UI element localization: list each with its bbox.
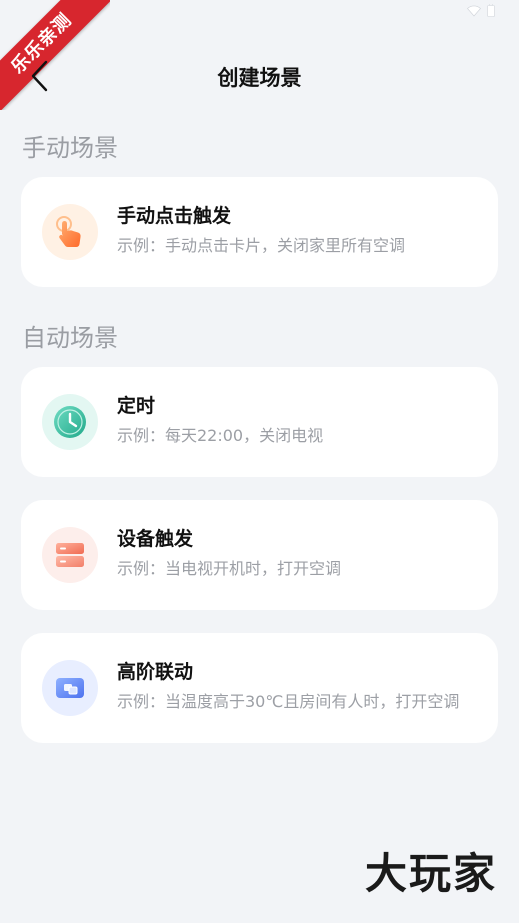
card-desc: 示例：手动点击卡片，关闭家里所有空调 xyxy=(117,236,406,255)
card-timer[interactable]: 定时 示例：每天22:00，关闭电视 xyxy=(21,367,498,477)
card-advanced-linkage[interactable]: 高阶联动 示例：当温度高于30℃且房间有人时，打开空调 xyxy=(21,633,498,743)
card-text: 手动点击触发 示例：手动点击卡片，关闭家里所有空调 xyxy=(117,203,470,257)
clock-icon xyxy=(42,394,98,450)
card-title: 手动点击触发 xyxy=(117,205,232,227)
card-title: 设备触发 xyxy=(117,528,194,550)
card-title: 高阶联动 xyxy=(117,661,194,683)
card-desc: 示例：当电视开机时，打开空调 xyxy=(117,559,342,578)
card-desc: 示例：当温度高于30℃且房间有人时，打开空调 xyxy=(117,692,460,711)
card-text: 定时 示例：每天22:00，关闭电视 xyxy=(117,393,470,447)
page-title: 创建场景 xyxy=(217,66,302,90)
card-manual-trigger[interactable]: 手动点击触发 示例：手动点击卡片，关闭家里所有空调 xyxy=(21,177,498,287)
section-title-auto: 自动场景 xyxy=(22,324,118,352)
wifi-icon xyxy=(467,5,481,16)
device-icon xyxy=(42,527,98,583)
status-bar xyxy=(0,0,519,22)
watermark: 大玩家 xyxy=(364,849,497,898)
nav-bar: 创建场景 xyxy=(0,52,519,100)
card-text: 高阶联动 示例：当温度高于30℃且房间有人时，打开空调 xyxy=(117,659,470,713)
hand-tap-icon xyxy=(42,204,98,260)
status-icons xyxy=(467,4,495,17)
card-text: 设备触发 示例：当电视开机时，打开空调 xyxy=(117,526,470,580)
battery-icon xyxy=(487,4,495,17)
card-desc: 示例：每天22:00，关闭电视 xyxy=(117,426,324,445)
card-device-trigger[interactable]: 设备触发 示例：当电视开机时，打开空调 xyxy=(21,500,498,610)
section-title-manual: 手动场景 xyxy=(22,134,118,162)
linkage-icon xyxy=(42,660,98,716)
card-title: 定时 xyxy=(117,395,156,417)
